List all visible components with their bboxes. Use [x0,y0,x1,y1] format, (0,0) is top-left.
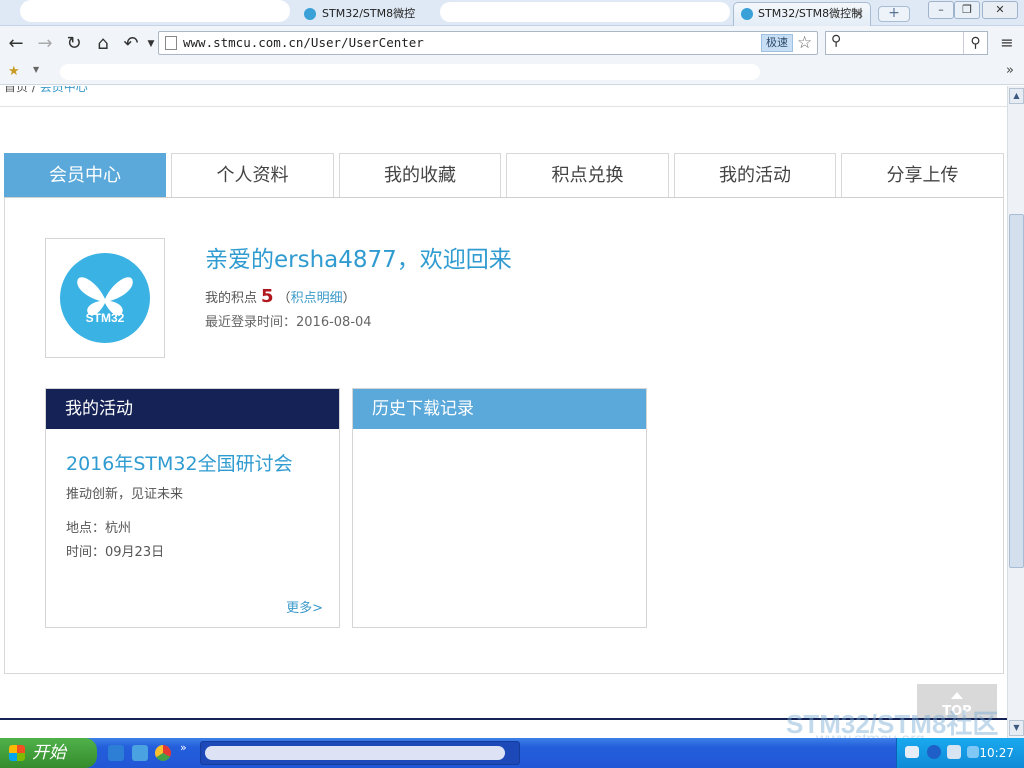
bookmarks-bar: ★ ▼ » [0,61,1024,85]
page-viewport: 首页 / 会员中心 会员中心 个人资料 我的收藏 积点兑换 我的活动 分享上传 … [0,86,1007,720]
site-favicon-icon [304,8,316,20]
site-favicon-icon [741,8,753,20]
tray-arrow-icon[interactable] [927,745,941,759]
system-tray: 10:27 [896,738,1024,768]
windows-logo-icon [9,745,25,761]
scrollbar-thumb[interactable] [1009,214,1024,568]
network-icon[interactable] [947,745,961,759]
tab-points-exchange[interactable]: 积点兑换 [506,153,669,198]
more-bookmarks-icon[interactable]: » [1006,63,1014,78]
volume-icon[interactable] [967,746,979,758]
forward-icon[interactable]: → [34,33,56,55]
maximize-button[interactable]: ❐ [954,1,980,19]
keyboard-icon[interactable] [905,746,919,758]
url-text[interactable]: www.stmcu.com.cn/User/UserCenter [183,32,424,54]
menu-icon[interactable]: ≡ [996,33,1018,53]
app-icon[interactable] [132,745,148,761]
vertical-scrollbar[interactable]: ▲ ▼ [1007,86,1024,738]
speed-mode-badge[interactable]: 极速 [761,34,793,52]
minimize-button[interactable]: – [928,1,954,19]
search-icon[interactable]: ⚲ [963,32,987,54]
event-time: 时间：09月23日 [66,545,165,560]
breadcrumb-home[interactable]: 首页 [4,86,28,94]
back-icon[interactable]: ← [5,33,27,55]
breadcrumb-separator: / [28,86,40,94]
last-login-time: 最近登录时间：2016-08-04 [205,315,372,330]
tab-member-center[interactable]: 会员中心 [4,153,166,198]
tab-my-activities[interactable]: 我的活动 [674,153,836,198]
stm32-logo: STM32 [60,253,150,343]
redaction-scribble [60,64,760,80]
breadcrumb: 首页 / 会员中心 [4,86,88,95]
more-link[interactable]: 更多> [286,597,323,616]
home-icon[interactable]: ⌂ [92,33,114,55]
event-subtitle: 推动创新，见证未来 [66,487,184,502]
browser-titlebar: STM32/STM8微控 STM32/STM8微控制 ✕ + – ❐ ✕ [0,0,1024,26]
redaction-scribble [440,2,730,22]
tab-title: STM32/STM8微控制 [758,7,863,20]
arrow-up-icon [951,692,963,699]
tab-share-upload[interactable]: 分享上传 [841,153,1004,198]
ie-icon[interactable] [108,745,124,761]
welcome-message: 亲爱的ersha4877，欢迎回来 [205,247,512,273]
address-bar[interactable]: www.stmcu.com.cn/User/UserCenter 极速 ☆ [158,31,818,55]
bookmark-folder-icon[interactable]: ★ [8,65,26,79]
tab-close-icon[interactable]: ✕ [854,3,864,25]
event-title-link[interactable]: 2016年STM32全国研讨会 [66,449,293,476]
tab-favorites[interactable]: 我的收藏 [339,153,501,198]
scroll-down-icon[interactable]: ▼ [1009,720,1024,736]
points-line: 我的积点 5 （积点明细） [205,286,356,307]
bookmark-star-icon[interactable]: ☆ [797,32,812,54]
clock: 10:27 [979,746,1014,760]
tab-profile[interactable]: 个人资料 [171,153,334,198]
points-label: 我的积点 [205,291,258,306]
my-activities-card: 我的活动 2016年STM32全国研讨会 推动创新，见证未来 地点：杭州 时间：… [45,388,340,628]
windows-taskbar: 开始 » 10:27 [0,738,1024,768]
butterfly-icon [77,277,133,316]
card-title: 历史下载记录 [353,389,646,429]
chrome-icon[interactable] [155,745,171,761]
divider [0,106,1007,107]
paren-close: ） [342,291,356,306]
reload-icon[interactable]: ↻ [63,33,85,55]
redaction-scribble [20,0,290,22]
undo-icon[interactable]: ↶ [120,33,142,55]
search-box[interactable]: ⚲ ⚲ [825,31,988,55]
points-detail-link[interactable]: 积点明细 [291,291,343,306]
redaction-scribble [205,746,505,760]
avatar-logo-text: STM32 [85,311,125,325]
start-label: 开始 [32,743,66,763]
avatar: STM32 [45,238,165,358]
tab-title: STM32/STM8微控 [322,7,416,20]
start-button[interactable]: 开始 [0,738,97,768]
browser-tab-active[interactable]: STM32/STM8微控制 ✕ [733,2,871,26]
browser-toolbar: ← → ↻ ⌂ ↶ ▼ www.stmcu.com.cn/User/UserCe… [0,26,1024,61]
search-engine-icon[interactable]: ⚲ [831,33,841,49]
card-title: 我的活动 [46,389,339,429]
member-tabs: 会员中心 个人资料 我的收藏 积点兑换 我的活动 分享上传 [4,153,1004,198]
chevron-down-icon[interactable]: ▼ [33,65,39,74]
paren-open: （ [277,291,291,306]
new-tab-button[interactable]: + [878,6,910,22]
breadcrumb-current[interactable]: 会员中心 [40,86,88,94]
close-window-button[interactable]: ✕ [982,1,1018,19]
download-history-card: 历史下载记录 [352,388,647,628]
member-center-panel: STM32 亲爱的ersha4877，欢迎回来 我的积点 5 （积点明细） 最近登录… [4,197,1004,674]
points-value: 5 [261,286,274,307]
page-icon [165,36,177,50]
quicklaunch-more-icon[interactable]: » [180,741,190,757]
event-location: 地点：杭州 [66,521,132,536]
scroll-up-icon[interactable]: ▲ [1009,88,1024,104]
